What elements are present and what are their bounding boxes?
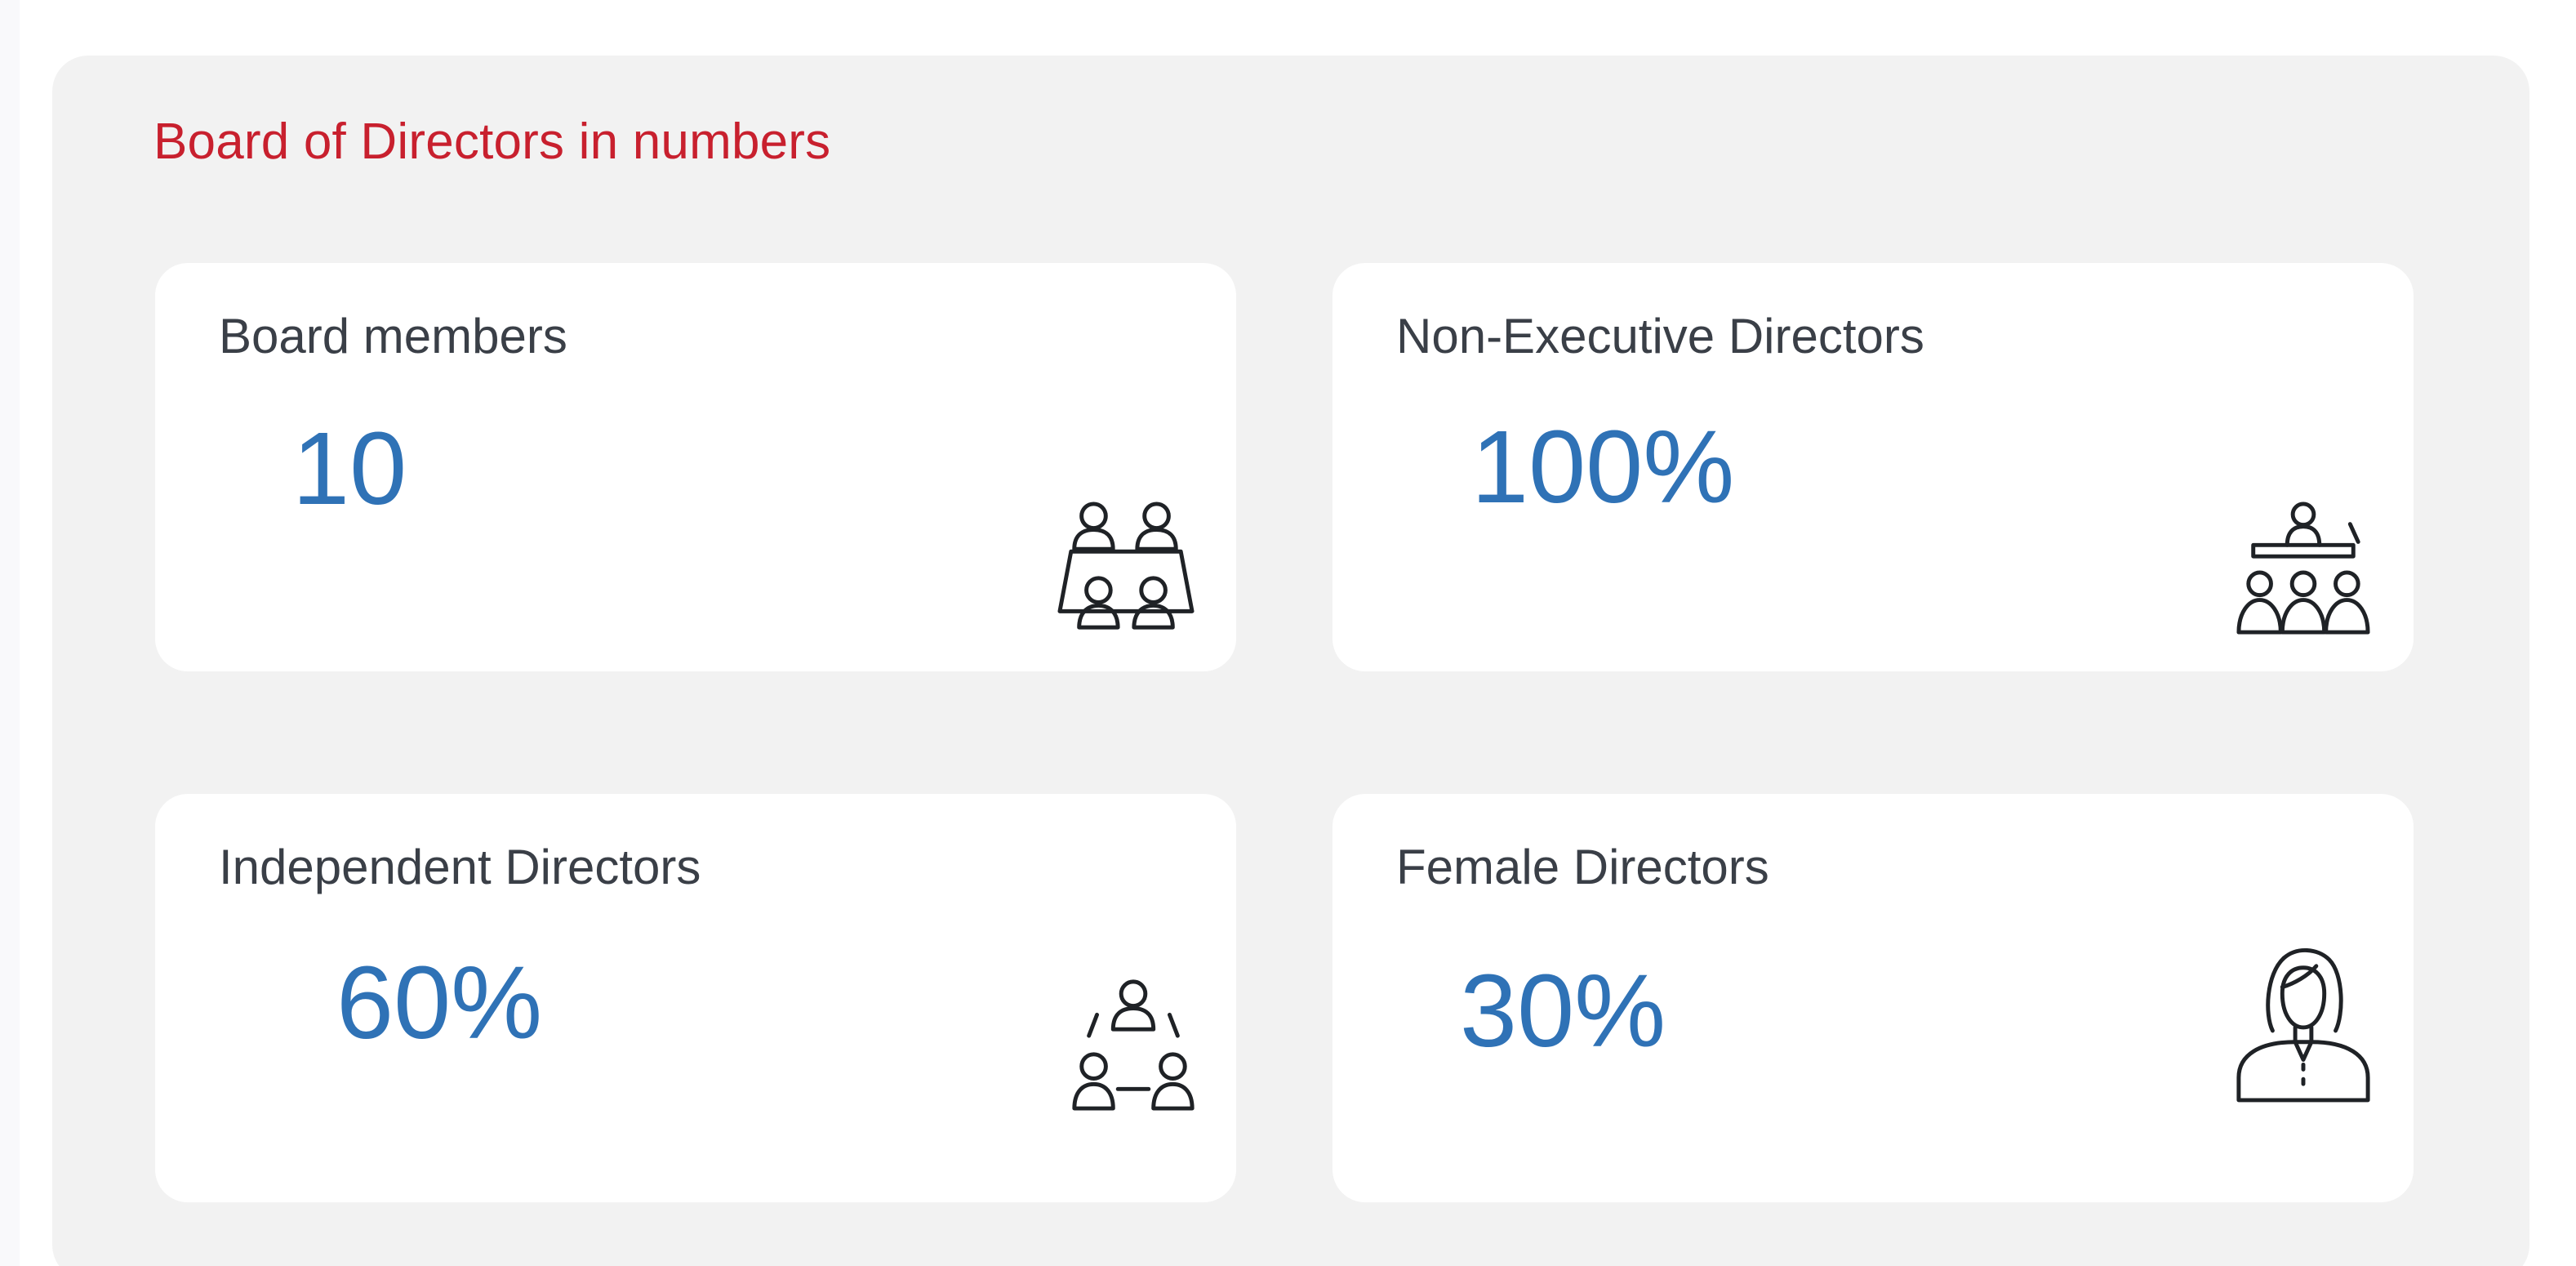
card-independent-directors: Independent Directors 60%	[155, 794, 1236, 1202]
card-value: 10	[292, 411, 407, 526]
left-edge	[0, 0, 20, 1266]
card-value: 30%	[1460, 953, 1666, 1068]
presenter-audience-icon	[2231, 500, 2376, 637]
card-value: 100%	[1471, 409, 1735, 524]
panel-title: Board of Directors in numbers	[153, 114, 831, 170]
people-network-icon	[1065, 974, 1202, 1112]
card-label: Non-Executive Directors	[1396, 309, 1924, 363]
page: Board of Directors in numbers Board memb…	[0, 0, 2576, 1266]
board-table-icon	[1053, 498, 1199, 635]
card-label: Independent Directors	[219, 840, 701, 894]
card-value: 60%	[336, 945, 543, 1060]
female-person-icon	[2231, 941, 2376, 1104]
board-numbers-panel: Board of Directors in numbers Board memb…	[52, 56, 2529, 1266]
card-female-directors: Female Directors 30%	[1332, 794, 2414, 1202]
card-label: Female Directors	[1396, 840, 1769, 894]
card-label: Board members	[219, 309, 567, 363]
card-non-executive-directors: Non-Executive Directors 100%	[1332, 263, 2414, 671]
card-board-members: Board members 10	[155, 263, 1236, 671]
